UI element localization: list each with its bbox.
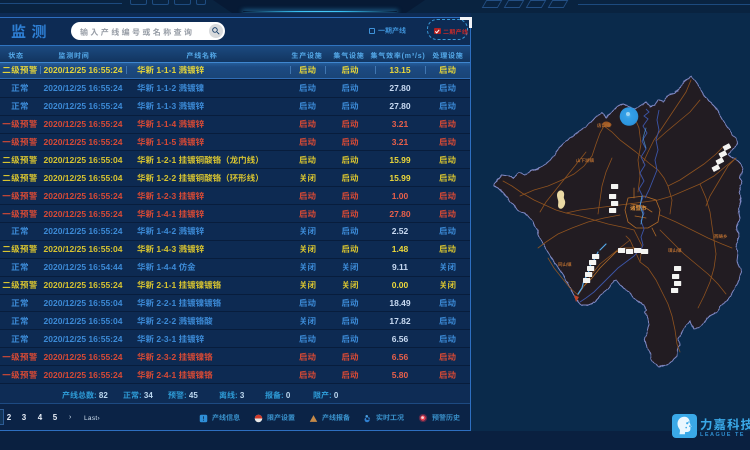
- svg-text:诸暨市: 诸暨市: [630, 204, 647, 212]
- svg-text:西畴乡: 西畴乡: [714, 234, 728, 240]
- svg-text:店口镇: 店口镇: [597, 123, 611, 129]
- svg-text:璜山镇: 璜山镇: [668, 248, 682, 254]
- svg-text:同山镇: 同山镇: [558, 262, 572, 268]
- svg-text:山下湖镇: 山下湖镇: [576, 158, 594, 164]
